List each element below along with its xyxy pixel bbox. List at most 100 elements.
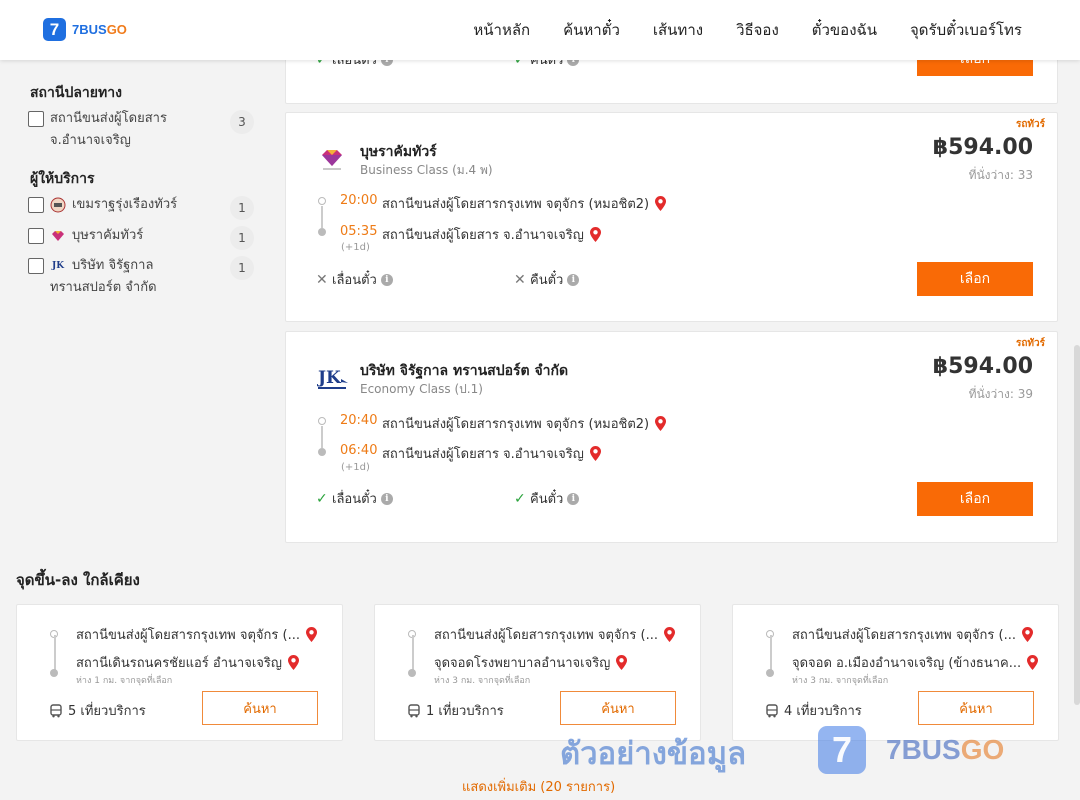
departure-dot bbox=[318, 197, 326, 205]
departure-dot bbox=[318, 417, 326, 425]
nav-routes[interactable]: เส้นทาง bbox=[653, 18, 703, 42]
map-pin-icon[interactable] bbox=[616, 655, 628, 670]
main-nav: หน้าหลัก ค้นหาตั๋ว เส้นทาง วิธีจอง ตั๋วข… bbox=[440, 0, 1022, 60]
show-more-link[interactable]: แสดงเพิ่มเติม (20 รายการ) bbox=[462, 776, 615, 797]
jk-icon: JK bbox=[51, 261, 65, 271]
distance-note: ห่าง 3 กม. จากจุดที่เลือก bbox=[792, 676, 889, 686]
search-route-button[interactable]: ค้นหา bbox=[560, 691, 676, 725]
trip-count-label: 1 เที่ยวบริการ bbox=[426, 704, 504, 719]
route-line bbox=[321, 206, 323, 228]
price: ฿594.00 bbox=[932, 135, 1033, 160]
nav-ticket-pickup[interactable]: จุดรับตั๋วเบอร์โทร bbox=[910, 18, 1022, 42]
info-icon[interactable]: i bbox=[380, 492, 393, 505]
map-pin-icon[interactable] bbox=[655, 196, 667, 211]
operator-filter-item[interactable]: เขมราฐรุ่งเรืองทัวร์ bbox=[28, 197, 177, 216]
arrival-time: 06:40 bbox=[340, 443, 378, 458]
reschedule-policy: ✕ เลื่อนตั๋ว i bbox=[316, 269, 393, 290]
arrival-time: 05:35 bbox=[340, 224, 378, 239]
seat-class: Business Class (ม.4 พ) bbox=[360, 163, 493, 177]
reschedule-policy: ✓ เลื่อนตั๋วi bbox=[316, 488, 393, 509]
bus-icon bbox=[408, 703, 420, 717]
checkbox[interactable] bbox=[28, 228, 44, 244]
arrival-station: สถานีขนส่งผู้โดยสาร จ.อำนาจเจริญ bbox=[382, 443, 601, 464]
filter-count-badge: 1 bbox=[230, 196, 254, 220]
info-icon[interactable]: i bbox=[567, 492, 580, 505]
logo-mark-icon: 7 bbox=[43, 18, 66, 41]
station-name: สถานีเดินรถนครชัยแอร์ อำนาจเจริญ bbox=[76, 656, 282, 671]
bus-type-tag: รถทัวร์ bbox=[1015, 338, 1045, 349]
departure-station: สถานีขนส่งผู้โดยสารกรุงเทพ จตุจักร (หมอช… bbox=[382, 193, 667, 214]
map-pin-icon[interactable] bbox=[1021, 627, 1033, 642]
checkbox[interactable] bbox=[28, 258, 44, 274]
logo-text: 7BUSGO bbox=[72, 22, 127, 37]
destination-filter-item[interactable]: สถานีขนส่งผู้โดยสาร จ.อำนาจเจริญ bbox=[28, 111, 167, 152]
nearby-to: จุดจอด อ.เมืองอำนาจเจริญ (ข้างธนาค... bbox=[792, 652, 1039, 673]
departure-station: สถานีขนส่งผู้โดยสารกรุงเทพ จตุจักร (หมอช… bbox=[382, 413, 667, 434]
arrival-dot bbox=[318, 228, 326, 236]
operator-icon bbox=[50, 197, 66, 213]
map-pin-icon[interactable] bbox=[287, 655, 299, 670]
destination-filter-title: สถานีปลายทาง bbox=[30, 85, 122, 101]
arrival-dot bbox=[318, 448, 326, 456]
watermark-brand-b: GO bbox=[960, 734, 1005, 765]
search-route-button[interactable]: ค้นหา bbox=[202, 691, 318, 725]
bus-type-tag: รถทัวร์ bbox=[1015, 119, 1045, 130]
trip-count-label: 5 เที่ยวบริการ bbox=[68, 704, 146, 719]
select-trip-button[interactable]: เลือก bbox=[917, 482, 1033, 516]
check-icon: ✓ bbox=[316, 490, 328, 507]
station-name: สถานีขนส่งผู้โดยสารกรุงเทพ จตุจักร (หมอช… bbox=[382, 197, 650, 212]
info-icon[interactable]: i bbox=[380, 273, 393, 286]
search-route-button[interactable]: ค้นหา bbox=[918, 691, 1034, 725]
nav-how-to-book[interactable]: วิธีจอง bbox=[736, 18, 779, 42]
map-pin-icon[interactable] bbox=[589, 227, 601, 242]
watermark-logo: 7 7BUSGO bbox=[818, 726, 1004, 774]
arrival-station: สถานีขนส่งผู้โดยสาร จ.อำนาจเจริญ bbox=[382, 224, 601, 245]
diamond-icon bbox=[50, 228, 66, 244]
nav-search-ticket[interactable]: ค้นหาตั๋ว bbox=[563, 18, 620, 42]
nearby-route-card: สถานีขนส่งผู้โดยสารกรุงเทพ จตุจักร (... … bbox=[374, 604, 701, 741]
sample-data-watermark: ตัวอย่างข้อมูล bbox=[560, 736, 747, 772]
departure-time: 20:00 bbox=[340, 193, 378, 208]
to-dot bbox=[50, 669, 58, 677]
select-trip-button[interactable]: เลือก bbox=[917, 262, 1033, 296]
filter-count-badge: 3 bbox=[230, 110, 254, 134]
map-pin-icon[interactable] bbox=[1027, 655, 1039, 670]
filter-label-line2: จ.อำนาจเจริญ bbox=[50, 133, 131, 148]
map-pin-icon[interactable] bbox=[655, 416, 667, 431]
nearby-route-card: สถานีขนส่งผู้โดยสารกรุงเทพ จตุจักร (... … bbox=[16, 604, 343, 741]
policy-label: เลื่อนตั๋ว bbox=[332, 273, 377, 288]
refund-policy: ✕ คืนตั๋ว i bbox=[514, 269, 580, 290]
nearby-from: สถานีขนส่งผู้โดยสารกรุงเทพ จตุจักร (... bbox=[434, 624, 675, 645]
operator-filter-item[interactable]: JK บริษัท จิรัฐกาล bbox=[28, 258, 153, 277]
station-name: สถานีขนส่งผู้โดยสารกรุงเทพ จตุจักร (... bbox=[434, 628, 658, 643]
to-dot bbox=[408, 669, 416, 677]
filter-count-badge: 1 bbox=[230, 256, 254, 280]
logo-text-a: 7BUS bbox=[72, 22, 107, 37]
nearby-from: สถานีขนส่งผู้โดยสารกรุงเทพ จตุจักร (... bbox=[792, 624, 1033, 645]
departure-time: 20:40 bbox=[340, 413, 378, 428]
route-line bbox=[770, 635, 772, 673]
checkbox[interactable] bbox=[28, 111, 44, 127]
filter-label: บริษัท จิรัฐกาล bbox=[72, 258, 154, 273]
info-icon[interactable]: i bbox=[567, 273, 580, 286]
distance-note: ห่าง 1 กม. จากจุดที่เลือก bbox=[76, 676, 173, 686]
station-name: จุดจอด อ.เมืองอำนาจเจริญ (ข้างธนาค... bbox=[792, 656, 1022, 671]
scrollbar[interactable] bbox=[1074, 345, 1080, 705]
operator-filter-item[interactable]: บุษราคัมทัวร์ bbox=[28, 228, 143, 247]
trip-count-label: 4 เที่ยวบริการ bbox=[784, 704, 862, 719]
station-name: สถานีขนส่งผู้โดยสารกรุงเทพ จตุจักร (... bbox=[76, 628, 300, 643]
map-pin-icon[interactable] bbox=[663, 627, 675, 642]
nav-home[interactable]: หน้าหลัก bbox=[473, 18, 530, 42]
map-pin-icon[interactable] bbox=[305, 627, 317, 642]
seat-class: Economy Class (ป.1) bbox=[360, 382, 483, 396]
station-name: สถานีขนส่งผู้โดยสาร จ.อำนาจเจริญ bbox=[382, 447, 584, 462]
brand-logo[interactable]: 7 7BUSGO bbox=[43, 18, 127, 41]
filter-label: เขมราฐรุ่งเรืองทัวร์ bbox=[72, 197, 178, 212]
station-name: สถานีขนส่งผู้โดยสารกรุงเทพ จตุจักร (หมอช… bbox=[382, 417, 650, 432]
nav-my-tickets[interactable]: ตั๋วของฉัน bbox=[812, 18, 877, 42]
check-icon: ✓ bbox=[514, 490, 526, 507]
checkbox[interactable] bbox=[28, 197, 44, 213]
route-line bbox=[412, 635, 414, 673]
next-day-marker: (+1d) bbox=[341, 242, 370, 253]
map-pin-icon[interactable] bbox=[589, 446, 601, 461]
